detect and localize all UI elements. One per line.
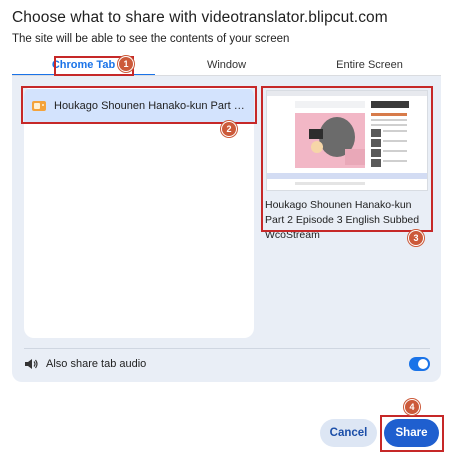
dialog-title: Choose what to share with videotranslato… [12,9,388,26]
share-button[interactable]: Share [384,419,439,447]
cancel-button[interactable]: Cancel [320,419,377,447]
annotation-marker-2: 2 [221,121,237,137]
toggle-thumb [418,359,428,369]
tab-preview-thumbnail [266,90,428,191]
tab-preview-card[interactable]: Houkago Shounen Hanako-kun Part 2 Episod… [262,86,430,241]
tab-preview-caption: Houkago Shounen Hanako-kun Part 2 Episod… [265,199,420,241]
share-source-tabs: Chrome Tab Window Entire Screen [12,55,441,76]
dialog-subtitle: The site will be able to see the content… [12,33,290,45]
page-thumbnail-graphic [267,91,427,190]
annotation-marker-1: 1 [118,56,134,72]
share-audio-row: Also share tab audio [24,355,430,373]
tab-entire-screen[interactable]: Entire Screen [298,55,441,75]
tab-window[interactable]: Window [155,55,298,75]
share-audio-label: Also share tab audio [46,358,147,370]
tab-list-item[interactable]: Houkago Shounen Hanako-kun Part 2 Episod… [24,89,254,122]
tv-favicon-icon [32,100,46,112]
share-audio-toggle[interactable] [409,357,430,371]
tab-list-item-title: Houkago Shounen Hanako-kun Part 2 Episod… [54,99,248,112]
audio-divider [24,348,430,349]
annotation-marker-3: 3 [408,230,424,246]
speaker-icon [25,359,38,369]
tab-list: Houkago Shounen Hanako-kun Part 2 Episod… [24,86,254,338]
annotation-marker-4: 4 [404,399,420,415]
